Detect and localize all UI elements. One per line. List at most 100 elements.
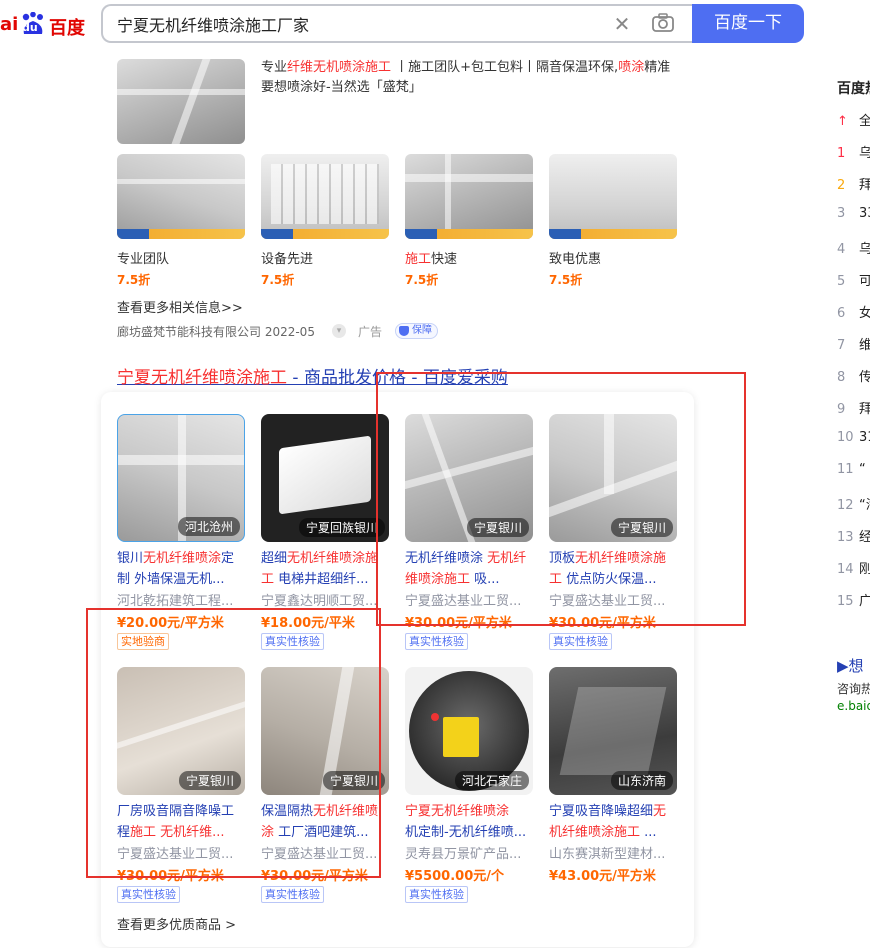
product-title[interactable]: 超细无机纤维喷涂施工 电梯井超细纤... bbox=[261, 548, 391, 590]
hot-text[interactable]: 可 bbox=[859, 274, 870, 289]
product-image[interactable]: 宁夏银川 bbox=[549, 414, 677, 542]
product-image[interactable]: 山东济南 bbox=[549, 667, 677, 795]
hot-list-item[interactable]: ↑ 全 bbox=[837, 110, 870, 129]
product-seller[interactable]: 河北乾拓建筑工程... bbox=[117, 590, 247, 609]
camera-icon[interactable] bbox=[651, 12, 679, 36]
hot-text[interactable]: 全 bbox=[859, 114, 870, 129]
hot-list-item[interactable]: 8传 bbox=[837, 366, 870, 385]
product-title[interactable]: 宁夏无机纤维喷涂 机定制-无机纤维喷... bbox=[405, 801, 535, 843]
hot-list-item[interactable]: 14 刚 bbox=[837, 558, 870, 577]
product-image[interactable]: 宁夏回族银川 bbox=[261, 414, 389, 542]
chevron-down-icon[interactable]: ▾ bbox=[332, 324, 346, 338]
product-title[interactable]: 无机纤维喷涂 无机纤 维喷涂施工 吸... bbox=[405, 548, 535, 590]
product-image[interactable]: 河北沧州 bbox=[117, 414, 245, 542]
product-title[interactable]: 银川无机纤维喷涂定制 外墙保温无机... bbox=[117, 548, 247, 590]
hot-text[interactable]: 乌 bbox=[859, 242, 870, 257]
ad-main-image[interactable] bbox=[117, 59, 245, 144]
product-seller[interactable]: 灵寿县万景矿产品... bbox=[405, 843, 535, 862]
hot-list-item[interactable]: 10 31 bbox=[837, 430, 870, 445]
right-ad-url[interactable]: e.baid bbox=[837, 699, 870, 713]
hot-text[interactable]: 乌 bbox=[859, 146, 870, 161]
hot-text[interactable]: 广 bbox=[859, 594, 870, 609]
ad-caption-3[interactable]: 施工快速 bbox=[405, 248, 457, 267]
hot-rank: 10 bbox=[837, 430, 854, 445]
hot-text[interactable]: 维 bbox=[859, 338, 870, 353]
ad-thumb-1[interactable] bbox=[117, 154, 245, 239]
product-price: ¥5500.00元/个 bbox=[405, 869, 505, 884]
ad-caption-1[interactable]: 专业团队 bbox=[117, 248, 169, 267]
product-price: ¥20.00元/平方米 bbox=[117, 616, 224, 631]
product-seller[interactable]: 宁夏盛达基业工贸... bbox=[261, 843, 391, 862]
product-seller[interactable]: 宁夏鑫达明顺工贸... bbox=[261, 590, 391, 609]
search-input[interactable] bbox=[117, 14, 597, 33]
hot-list-item[interactable]: 7维 bbox=[837, 334, 870, 353]
product-seller[interactable]: 山东赛淇新型建材... bbox=[549, 843, 679, 862]
hot-rank: 4 bbox=[837, 242, 846, 257]
hot-list-item[interactable]: 1乌 bbox=[837, 142, 870, 161]
logo-text-ai: ai bbox=[0, 14, 19, 35]
hot-text[interactable]: “海 bbox=[859, 498, 870, 513]
product-title[interactable]: 顶板无机纤维喷涂施工 优点防火保温... bbox=[549, 548, 679, 590]
hot-list-item[interactable]: 2拜 bbox=[837, 174, 870, 193]
verify-badge: 真实性核验 bbox=[261, 886, 324, 903]
clear-icon[interactable]: ✕ bbox=[610, 12, 634, 36]
product-image[interactable]: 河北石家庄 bbox=[405, 667, 533, 795]
product-title[interactable]: 保温隔热无机纤维喷涂 工厂酒吧建筑... bbox=[261, 801, 391, 843]
hot-text[interactable]: 传 bbox=[859, 370, 870, 385]
hot-rank: ↑ bbox=[837, 114, 848, 129]
hot-list-item[interactable]: 9拜 bbox=[837, 398, 870, 417]
ad-description: 专业纤维无机喷涂施工 丨施工团队+包工包料丨隔音保温环保,喷涂精准 要想喷涂好-… bbox=[261, 60, 671, 95]
ad-thumb-4[interactable] bbox=[549, 154, 677, 239]
location-tag: 宁夏银川 bbox=[322, 771, 385, 790]
ad-discount-3: 7.5折 bbox=[405, 273, 439, 287]
hot-list-title[interactable]: 百度热 bbox=[837, 78, 870, 98]
hot-list-item[interactable]: 13 经 bbox=[837, 526, 870, 545]
verify-badge: 真实性核验 bbox=[261, 633, 324, 650]
hot-rank: 3 bbox=[837, 206, 846, 221]
hot-text[interactable]: 女 bbox=[859, 306, 870, 321]
ad-source: 廊坊盛梵节能科技有限公司 2022-05 bbox=[117, 325, 315, 339]
guarantee-badge[interactable]: 保障 bbox=[395, 323, 438, 339]
product-image[interactable]: 宁夏银川 bbox=[261, 667, 389, 795]
ad-more-link[interactable]: 查看更多相关信息>> bbox=[117, 297, 243, 316]
product-price: ¥30.00元/平方米 bbox=[549, 616, 656, 631]
hot-text[interactable]: “ bbox=[859, 462, 866, 477]
verify-badge: 真实性核验 bbox=[549, 633, 612, 650]
hot-text[interactable]: 拜 bbox=[859, 178, 870, 193]
product-seller[interactable]: 宁夏盛达基业工贸... bbox=[405, 590, 535, 609]
hot-text[interactable]: 拜 bbox=[859, 402, 870, 417]
location-tag: 山东济南 bbox=[610, 771, 673, 790]
product-image[interactable]: 宁夏银川 bbox=[405, 414, 533, 542]
ad-caption-2[interactable]: 设备先进 bbox=[261, 248, 313, 267]
baidu-logo[interactable]: ai du 百度 bbox=[0, 8, 100, 39]
product-image[interactable]: 宁夏银川 bbox=[117, 667, 245, 795]
hot-list-item[interactable]: 6女 bbox=[837, 302, 870, 321]
location-tag: 宁夏回族银川 bbox=[298, 518, 385, 537]
location-tag: 宁夏银川 bbox=[610, 518, 673, 537]
hot-list-item[interactable]: 333 bbox=[837, 206, 870, 221]
hot-list-item[interactable]: 12 “海 bbox=[837, 494, 870, 513]
hot-list-item[interactable]: 15 广 bbox=[837, 590, 870, 609]
right-ad-title[interactable]: ▶想 bbox=[837, 655, 864, 676]
result-title-link[interactable]: 宁夏无机纤维喷涂施工 - 商品批发价格 - 百度爱采购 bbox=[117, 363, 508, 388]
hot-list-item[interactable]: 4乌 bbox=[837, 238, 870, 257]
hot-list-item[interactable]: 5可 bbox=[837, 270, 870, 289]
product-seller[interactable]: 宁夏盛达基业工贸... bbox=[117, 843, 247, 862]
verify-badge: 真实性核验 bbox=[405, 886, 468, 903]
ad-caption-4[interactable]: 致电优惠 bbox=[549, 248, 601, 267]
ad-thumb-3[interactable] bbox=[405, 154, 533, 239]
more-products-link[interactable]: 查看更多优质商品 > bbox=[117, 914, 236, 933]
hot-text[interactable]: 经 bbox=[859, 530, 870, 545]
product-price: ¥30.00元/平方米 bbox=[117, 869, 224, 884]
search-button[interactable]: 百度一下 bbox=[692, 4, 804, 43]
location-tag: 河北石家庄 bbox=[454, 771, 529, 790]
product-seller[interactable]: 宁夏盛达基业工贸... bbox=[549, 590, 679, 609]
hot-list-item[interactable]: 11 “ bbox=[837, 462, 866, 477]
product-title[interactable]: 厂房吸音隔音降噪工 程施工 无机纤维... bbox=[117, 801, 247, 843]
hot-text[interactable]: 31 bbox=[859, 430, 870, 445]
hot-rank: 12 bbox=[837, 498, 854, 513]
hot-text[interactable]: 33 bbox=[859, 206, 870, 221]
ad-thumb-2[interactable] bbox=[261, 154, 389, 239]
hot-text[interactable]: 刚 bbox=[859, 562, 870, 577]
product-title[interactable]: 宁夏吸音降噪超细无 机纤维喷涂施工 ... bbox=[549, 801, 679, 843]
